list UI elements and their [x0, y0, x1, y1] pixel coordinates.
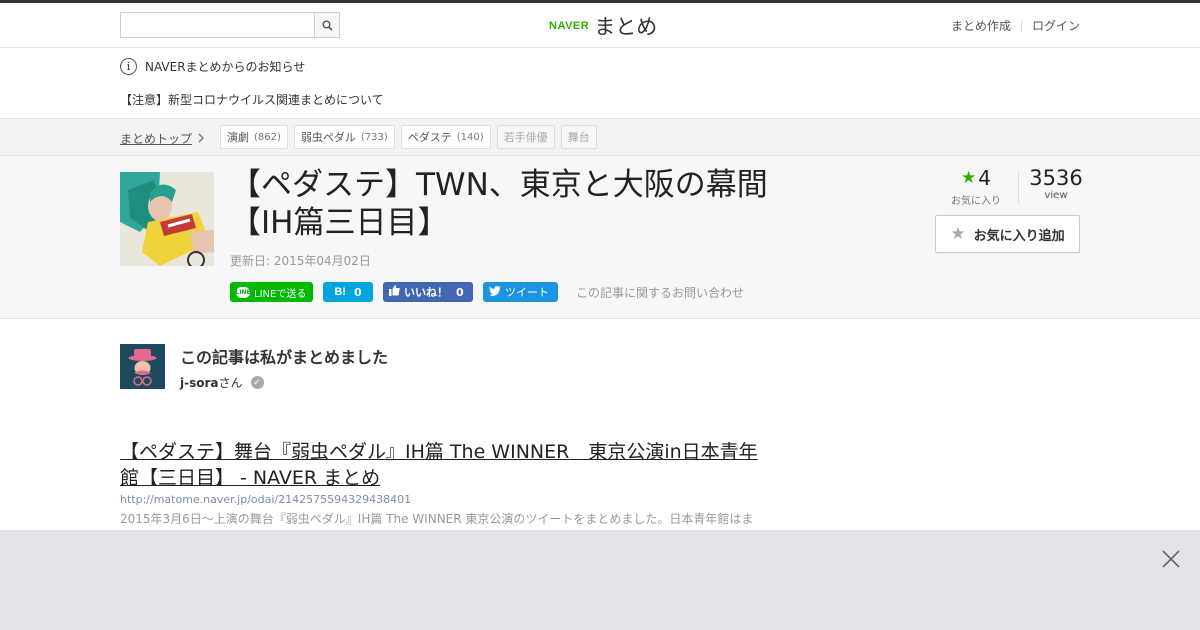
thumbs-up-icon — [389, 285, 400, 299]
favorite-count: 4 — [978, 166, 991, 190]
tag-count: (733) — [360, 131, 388, 143]
like-count: 0 — [456, 285, 464, 299]
tag-bar: まとめトップ 演劇 (862) 弱虫ペダル (733) ペダステ (140) 若… — [0, 118, 1200, 156]
tag-label: 弱虫ペダル — [300, 131, 356, 144]
notice-info-text: NAVERまとめからのお知らせ — [145, 60, 306, 74]
add-favorite-button[interactable]: ★ お気に入り追加 — [935, 215, 1080, 253]
contact-link[interactable]: この記事に関するお問い合わせ — [576, 284, 744, 301]
link-title[interactable]: 【ペダステ】舞台『弱虫ペダル』IH篇 The WINNER 東京公演in日本青年… — [120, 439, 760, 491]
tag-label: 舞台 — [567, 131, 590, 144]
tweet-button[interactable]: ツイート — [483, 282, 558, 302]
tag-label: ペダステ — [407, 131, 452, 144]
author-avatar[interactable] — [120, 344, 165, 389]
twitter-icon — [489, 285, 501, 299]
like-label: いいね！ — [404, 286, 448, 299]
search-input[interactable] — [121, 13, 315, 37]
tag-item[interactable]: 弱虫ペダル (733) — [293, 125, 395, 149]
login-link[interactable]: ログイン — [1032, 17, 1080, 34]
line-icon: LINE — [235, 286, 251, 298]
star-icon: ★ — [961, 168, 977, 188]
tag-item[interactable]: 若手俳優 — [496, 125, 555, 149]
tag-list: 演劇 (862) 弱虫ペダル (733) ペダステ (140) 若手俳優 舞台 — [220, 125, 603, 149]
author-name[interactable]: j-sora さん ✓ — [180, 374, 264, 391]
view-label: view — [1044, 190, 1068, 201]
tag-label: 若手俳優 — [503, 131, 548, 144]
divider — [1020, 19, 1022, 32]
search-button[interactable] — [314, 13, 339, 37]
hatena-bookmark-button[interactable]: B! 0 — [323, 282, 373, 302]
divider — [1018, 170, 1019, 204]
create-matome-link[interactable]: まとめ作成 — [951, 17, 1011, 34]
logo-matome: まとめ — [594, 15, 658, 39]
facebook-like-button[interactable]: いいね！ 0 — [383, 282, 473, 302]
tag-item[interactable]: ペダステ (140) — [400, 125, 491, 149]
hatena-icon: B! — [334, 286, 346, 298]
tag-item[interactable]: 舞台 — [560, 125, 597, 149]
add-favorite-label: お気に入り追加 — [973, 228, 1065, 244]
breadcrumb-top[interactable]: まとめトップ — [120, 130, 205, 147]
link-url[interactable]: http://matome.naver.jp/odai/214257559432… — [120, 493, 411, 506]
line-share-button[interactable]: LINE LINEで送る — [230, 282, 313, 302]
search-icon — [322, 16, 333, 35]
verified-check-icon: ✓ — [250, 376, 264, 389]
social-buttons: LINE LINEで送る B! 0 いいね！ 0 ツイート この記事に関するお問… — [230, 282, 744, 302]
hatena-count: 0 — [353, 285, 362, 299]
article-header: 【ペダステ】TWN、東京と大阪の幕間【IH篇三日目】 更新日: 2015年04月… — [0, 156, 1200, 319]
search-box — [120, 12, 340, 38]
info-icon: i — [120, 58, 137, 75]
notice-corona-link[interactable]: 【注意】新型コロナウイルス関連まとめについて — [120, 91, 384, 108]
article-thumbnail — [120, 172, 214, 266]
author-heading: この記事は私がまとめました — [180, 348, 389, 367]
tag-count: (140) — [456, 131, 484, 143]
notice-info[interactable]: i NAVERまとめからのお知らせ — [120, 58, 305, 75]
tag-label: 演劇 — [227, 131, 249, 144]
line-share-label: LINEで送る — [254, 288, 307, 300]
breadcrumb-top-label: まとめトップ — [120, 132, 193, 146]
star-icon: ★ — [950, 224, 966, 244]
view-stat: 3536 view — [1021, 166, 1091, 201]
site-header: NAVER まとめ まとめ作成 ログイン — [0, 3, 1200, 48]
view-count: 3536 — [1029, 166, 1083, 190]
logo-naver: NAVER — [549, 20, 590, 32]
header-links: まとめ作成 ログイン — [951, 17, 1080, 34]
favorite-stat: ★ 4 お気に入り — [935, 166, 1017, 207]
tag-item[interactable]: 演劇 (862) — [220, 125, 288, 149]
close-icon[interactable] — [1160, 548, 1182, 570]
tweet-label: ツイート — [505, 286, 549, 299]
author-username: j-sora — [180, 375, 219, 390]
chevron-right-icon — [198, 132, 205, 146]
site-logo[interactable]: NAVER まとめ — [549, 11, 657, 41]
author-suffix: さん — [218, 376, 243, 390]
article-title: 【ペダステ】TWN、東京と大阪の幕間【IH篇三日目】 — [230, 167, 768, 241]
favorite-label: お気に入り — [951, 196, 1001, 207]
bottom-ad-overlay — [0, 530, 1200, 630]
updated-date: 更新日: 2015年04月02日 — [230, 254, 371, 268]
tag-count: (862) — [254, 131, 281, 143]
link-description: 2015年3月6日～上演の舞台『弱虫ペダル』IH篇 The WINNER 東京公… — [120, 512, 754, 526]
